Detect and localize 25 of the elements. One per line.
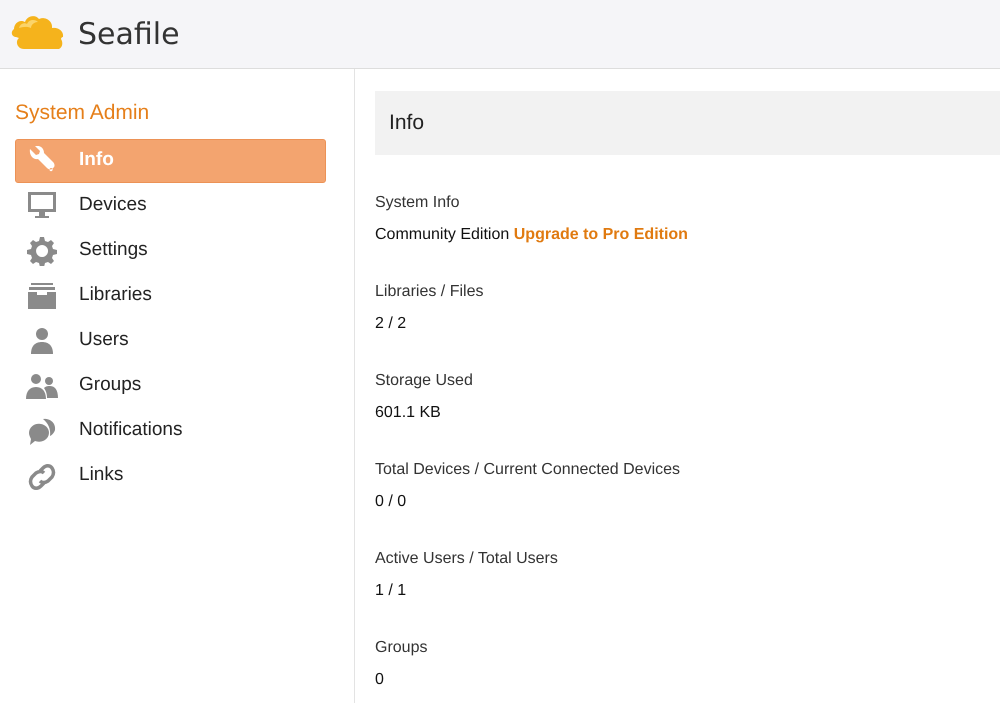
info-label: Active Users / Total Users <box>375 549 559 569</box>
sidebar-item[interactable]: Groups <box>15 364 326 408</box>
sidebar-title: System Admin <box>15 100 150 126</box>
info-label: Storage Used <box>375 371 474 391</box>
info-value: 2 / 2 <box>375 314 408 334</box>
gear-icon <box>26 236 58 266</box>
sidebar-item[interactable]: Notifications <box>15 408 326 452</box>
info-value: 0 / 0 <box>375 492 408 512</box>
info-value: Community Edition <box>375 226 510 243</box>
info-label: Groups <box>375 638 428 658</box>
logo-text: Seafile <box>78 16 180 54</box>
info-value: 1 / 1 <box>375 581 408 601</box>
sidebar-item[interactable]: Users <box>15 318 326 362</box>
info-label: Total Devices / Current Connected Devices <box>375 460 682 480</box>
info-label: System Info <box>375 193 460 213</box>
info-value: 0 <box>375 670 385 690</box>
info-label: Libraries / Files <box>375 282 484 302</box>
sidebar-item[interactable]: Devices <box>15 184 326 228</box>
page-heading: Info <box>375 91 1000 155</box>
sidebar-item[interactable]: Libraries <box>15 274 326 318</box>
info-value: 601.1 KB <box>375 403 442 423</box>
sidebar-item[interactable]: Links <box>15 454 326 498</box>
monitor-icon <box>26 190 58 220</box>
archive-icon <box>26 280 58 310</box>
sidebar-item[interactable]: Settings <box>15 228 326 272</box>
